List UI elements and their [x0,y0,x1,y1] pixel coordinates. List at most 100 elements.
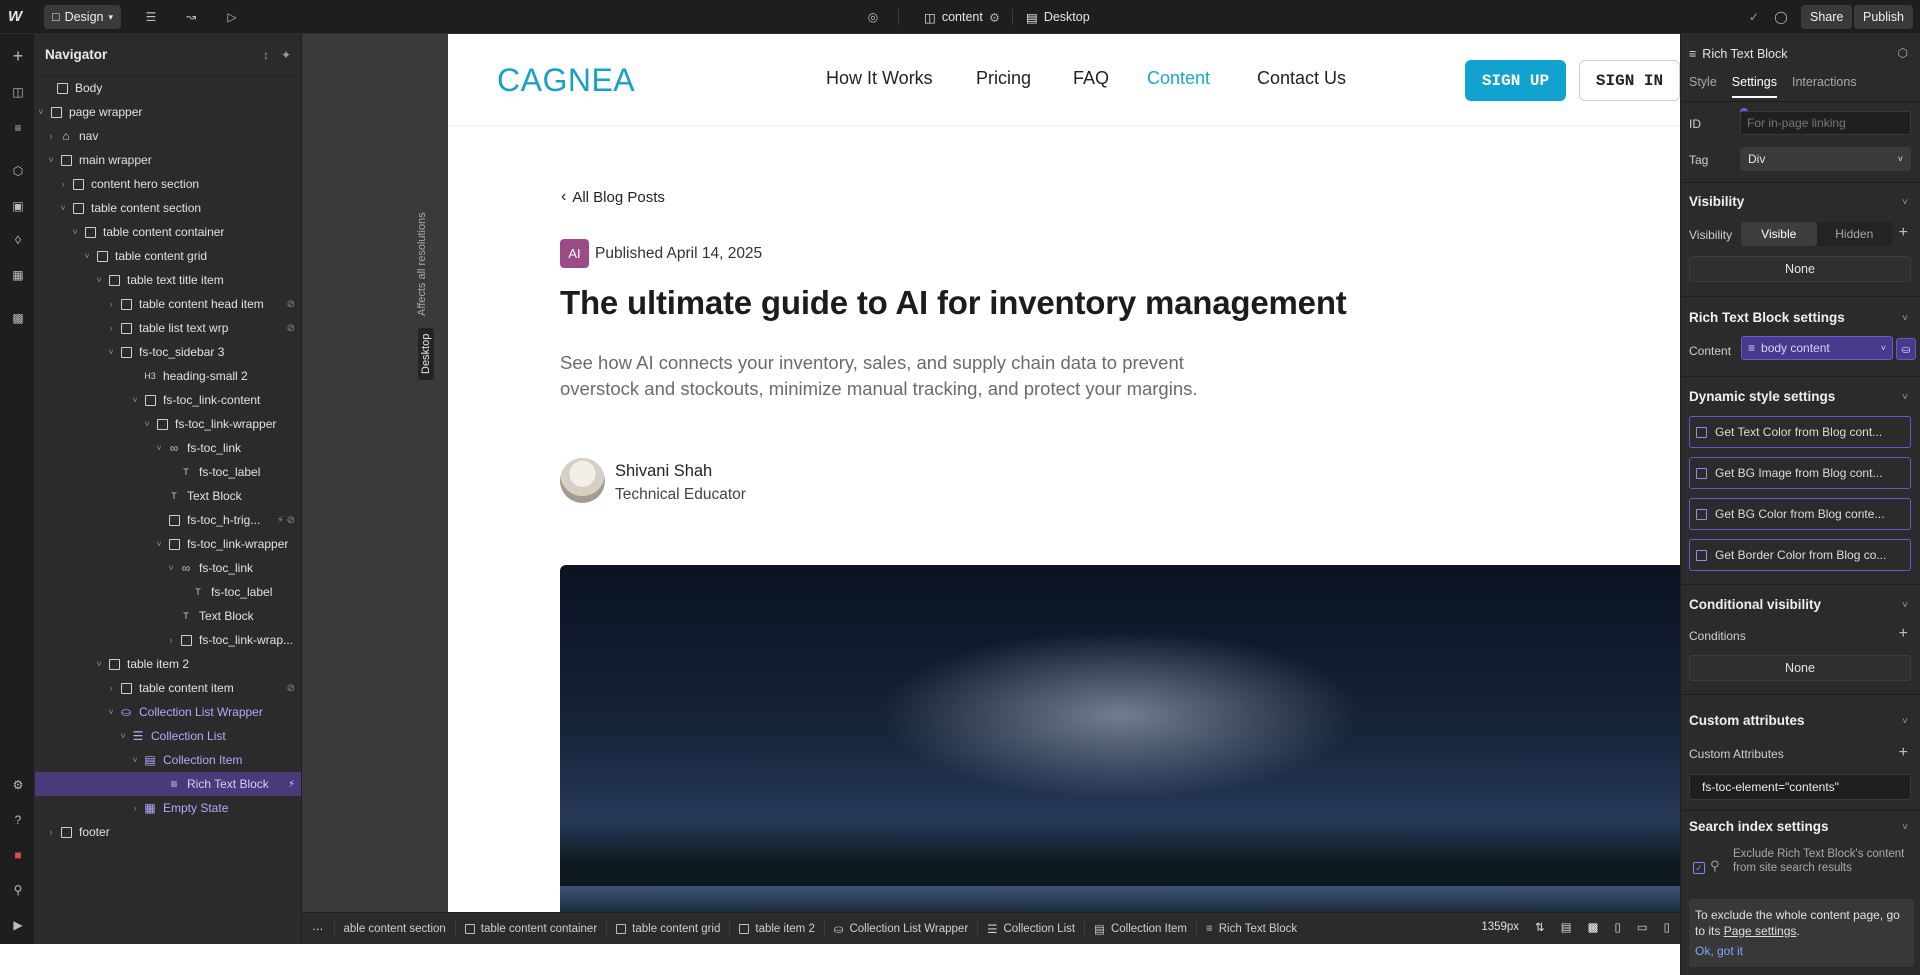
hidden-eye-icon[interactable]: ⊘ [287,683,295,694]
dynamic-bg-image-binding[interactable]: Get BG Image from Blog cont... [1689,457,1911,489]
canvas-width-readout[interactable]: 1359px [1481,921,1519,933]
tree-item-selected[interactable]: ≡ Rich Text Block ⚡ [35,772,301,796]
breadcrumb-item[interactable]: ☰ Collection List [978,919,1086,938]
conditions-none-button[interactable]: None [1689,655,1911,681]
tree-item[interactable]: ˅ table content section [35,196,301,220]
share-button[interactable]: Share [1801,5,1853,29]
comments-icon[interactable]: ◯ [1771,7,1791,27]
chevron-down-icon[interactable]: ˅ [1902,313,1908,324]
dynamic-border-color-binding[interactable]: Get Border Color from Blog co... [1689,539,1911,571]
chevron-down-icon[interactable]: ˅ [81,251,93,261]
tree-item[interactable]: ˅ table item 2 [35,652,301,676]
cms-icon[interactable]: ☰ [141,7,161,27]
tree-item[interactable]: fs-toc_h-trig... ⚡ ⊘ [35,508,301,532]
add-condition-plus-icon[interactable]: + [1899,625,1908,643]
dynamic-text-color-binding[interactable]: Get Text Color from Blog cont... [1689,416,1911,448]
chevron-down-icon[interactable]: ˅ [69,227,81,237]
chevron-right-icon[interactable]: › [45,827,57,837]
tree-item[interactable]: › table content item ⊘ [35,676,301,700]
chevron-down-icon[interactable]: ˅ [35,107,47,117]
breadcrumb-item[interactable]: able content section [335,919,456,938]
search-index-section-title[interactable]: Search index settings [1689,819,1829,834]
nav-link-contact[interactable]: Contact Us [1257,68,1346,89]
sign-up-button[interactable]: SIGN UP [1465,60,1566,101]
tree-item[interactable]: T Text Block [35,484,301,508]
page-settings-gear-icon[interactable]: ⚙ [989,10,1000,25]
variables-icon[interactable]: ◊ [8,230,28,250]
tip-dismiss-button[interactable]: Ok, got it [1695,943,1908,959]
visibility-none-button[interactable]: None [1689,256,1911,282]
preview-play-icon[interactable]: ▷ [222,7,242,27]
tree-item[interactable]: ˅ table content grid [35,244,301,268]
chevron-down-icon[interactable]: ˅ [165,563,177,573]
tablet-view-icon[interactable]: ▯ [1614,920,1620,934]
tree-item[interactable]: ˅ table content container [35,220,301,244]
tree-item[interactable]: › fs-toc_link-wrap... [35,628,301,652]
id-input[interactable]: For in-page linking [1740,111,1911,135]
desktop-view-icon[interactable]: ▤ [1561,920,1572,934]
chevron-down-icon[interactable]: ˅ [1902,716,1908,727]
tree-item[interactable]: ˅ fs-toc_link-wrapper [35,412,301,436]
sign-in-button[interactable]: SIGN IN [1579,60,1680,101]
nav-link-content[interactable]: Content [1147,68,1210,89]
chevron-down-icon[interactable]: ˅ [57,203,69,213]
mode-switcher[interactable]: □ Design ▾ [44,5,122,29]
chevron-right-icon[interactable]: › [105,323,117,333]
custom-attribute-row[interactable]: fs-toc-element="contents" [1689,774,1911,800]
chevron-down-icon[interactable]: ˅ [105,707,117,717]
tree-item[interactable]: ˅ fs-toc_sidebar 3 [35,340,301,364]
breadcrumb-item[interactable]: table content container [456,919,608,938]
checkbox[interactable] [1696,426,1707,438]
chevron-right-icon[interactable]: › [105,683,117,693]
chevron-down-icon[interactable]: ˅ [1902,822,1908,833]
chevron-down-icon[interactable]: ˅ [93,275,105,285]
database-link-icon[interactable]: ⛀ [1896,338,1916,360]
exclude-search-checkbox[interactable]: ✓ [1693,862,1705,874]
analytics-icon[interactable]: ↝ [181,7,201,27]
tree-item[interactable]: › table content head item ⊘ [35,292,301,316]
apps-icon[interactable]: ▩ [8,308,28,328]
assets-icon[interactable]: ▦ [8,265,28,285]
page-settings-link[interactable]: Page settings [1724,924,1797,938]
tree-item[interactable]: ˅ fs-toc_link-content [35,388,301,412]
component-icon[interactable]: ⬡ [1898,46,1908,60]
tab-style[interactable]: Style [1689,75,1717,98]
visible-option[interactable]: Visible [1741,222,1817,246]
tree-item[interactable]: › ▦ Empty State [35,796,301,820]
chevron-right-icon[interactable]: › [57,179,69,189]
add-attribute-plus-icon[interactable]: + [1899,744,1908,762]
breadcrumb-item-current[interactable]: ≡ Rich Text Block [1197,920,1306,938]
chevron-down-icon[interactable]: ˅ [117,731,129,741]
navigator-icon[interactable]: ≡ [8,118,28,138]
add-visibility-plus-icon[interactable]: + [1899,224,1908,242]
chevron-down-icon[interactable]: ˅ [153,443,165,453]
video-tutorial-icon[interactable]: ▶ [8,915,28,935]
site-logo[interactable]: CAGNEA [497,62,635,99]
landscape-view-icon[interactable]: ▭ [1637,920,1648,934]
tab-interactions[interactable]: Interactions [1792,75,1857,98]
hidden-eye-icon[interactable]: ⚡ ⊘ [277,515,295,526]
hidden-eye-icon[interactable]: ⊘ [287,299,295,310]
chevron-right-icon[interactable]: › [105,299,117,309]
chevron-down-icon[interactable]: ˅ [1902,600,1908,611]
chevron-down-icon[interactable]: ˅ [129,395,141,405]
chevron-right-icon[interactable]: › [165,635,177,645]
webflow-logo-icon[interactable]: W [8,8,28,26]
search-icon[interactable]: ⚲ [8,880,28,900]
tab-settings[interactable]: Settings [1731,75,1777,98]
tree-item[interactable]: ˅ main wrapper [35,148,301,172]
chevron-down-icon[interactable]: ˅ [93,659,105,669]
cms-collections-icon[interactable]: ▣ [8,196,28,216]
tree-item[interactable]: Tfs-toc_label [35,580,301,604]
more-ellipsis-icon[interactable]: ⋯ [302,919,335,938]
chevron-down-icon[interactable]: ˅ [1902,197,1908,208]
tree-item[interactable]: ˅ ∞ fs-toc_link [35,556,301,580]
custom-attributes-section-title[interactable]: Custom attributes [1689,713,1805,728]
breadcrumb-item[interactable]: ⛀ Collection List Wrapper [825,919,979,938]
publish-button[interactable]: Publish [1854,5,1913,29]
desktop-active-view-icon[interactable]: ▩ [1588,920,1599,934]
breadcrumb-item[interactable]: table item 2 [730,919,825,938]
tree-item[interactable]: ˅ ∞ fs-toc_link [35,436,301,460]
pages-icon[interactable]: ◫ [8,82,28,102]
collapse-all-icon[interactable]: ↕ [263,48,269,62]
